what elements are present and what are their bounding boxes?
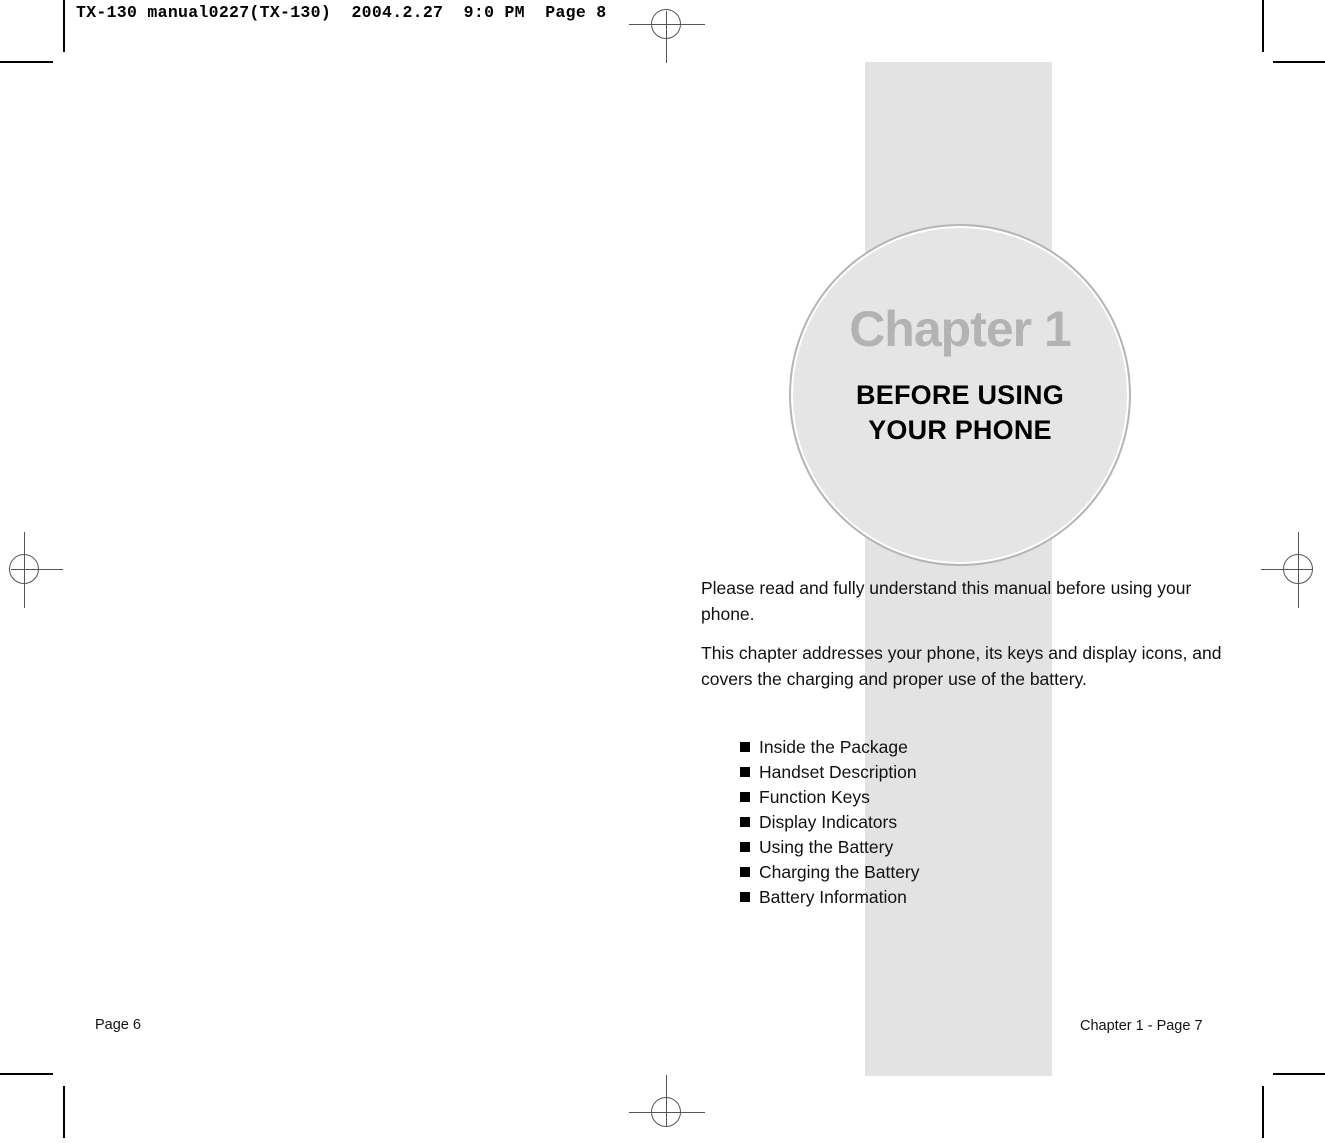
list-item-label: Using the Battery: [759, 837, 894, 858]
list-item-label: Charging the Battery: [759, 862, 920, 883]
list-item-label: Inside the Package: [759, 737, 908, 757]
list-item: Inside the Package: [740, 735, 920, 760]
list-item-label: Display Indicators: [759, 812, 898, 833]
square-bullet-icon: [740, 792, 750, 803]
chapter-number-label: Chapter 1: [849, 301, 1072, 357]
list-item: Function Keys: [740, 785, 920, 810]
square-bullet-icon: [740, 842, 750, 853]
list-item: Battery Information: [740, 885, 920, 910]
list-item-label: Battery Information: [759, 887, 907, 908]
list-item-label: Handset Description: [759, 762, 917, 783]
chapter-title: BEFORE USING YOUR PHONE: [856, 380, 1064, 445]
chapter-opener-circle: Chapter 1 BEFORE USING YOUR PHONE: [789, 224, 1131, 566]
footer-left-page-number: Page 6: [95, 1017, 141, 1033]
square-bullet-icon: [740, 767, 750, 778]
list-item: Using the Battery: [740, 835, 920, 860]
intro-paragraph: Please read and fully understand this ma…: [701, 578, 1192, 624]
list-item: Display Indicators: [740, 810, 920, 835]
list-item: Handset Description: [740, 760, 920, 785]
square-bullet-icon: [740, 867, 750, 878]
square-bullet-icon: [740, 817, 750, 828]
square-bullet-icon: [740, 892, 750, 903]
intro-paragraph: This chapter addresses your phone, its k…: [701, 643, 1222, 690]
page-spread: Chapter 1 BEFORE USING YOUR PHONE Please…: [0, 0, 1325, 1138]
list-item-label: Function Keys: [759, 787, 870, 808]
gutter-gray-band: [865, 62, 1052, 1076]
list-item: Charging the Battery: [740, 860, 920, 885]
chapter-contents-list: Inside the Package Handset Description F…: [740, 735, 920, 910]
square-bullet-icon: [740, 742, 750, 752]
footer-right-page-number: Chapter 1 - Page 7: [1080, 1018, 1203, 1034]
chapter-intro-text: Please read and fully understand this ma…: [701, 576, 1241, 707]
